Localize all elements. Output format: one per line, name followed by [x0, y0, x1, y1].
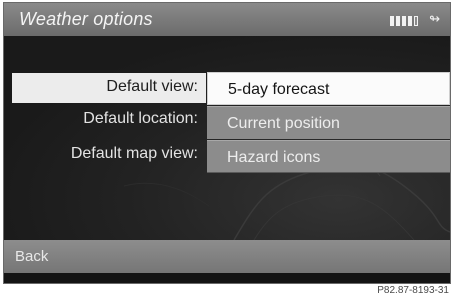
title-bar: Weather options ↬ [4, 3, 450, 36]
default-map-view-option[interactable]: Hazard icons [207, 140, 450, 173]
default-view-label: Default view: [106, 78, 198, 95]
reference-code: P82.87-8193-31 [377, 285, 449, 296]
page-title: Weather options [19, 9, 153, 29]
signal-strength-icon [390, 16, 418, 26]
back-label: Back [15, 248, 49, 265]
default-view-option[interactable]: 5-day forecast [207, 72, 450, 105]
weather-options-screen: Weather options ↬ Default view: Default … [3, 2, 451, 284]
default-location-label: Default location: [83, 110, 198, 127]
default-map-view-label: Default map view: [70, 145, 198, 162]
default-location-option[interactable]: Current position [207, 106, 450, 139]
back-button[interactable]: Back [4, 240, 450, 273]
bottom-strip [4, 273, 450, 283]
phone-call-icon: ↬ [429, 11, 440, 26]
